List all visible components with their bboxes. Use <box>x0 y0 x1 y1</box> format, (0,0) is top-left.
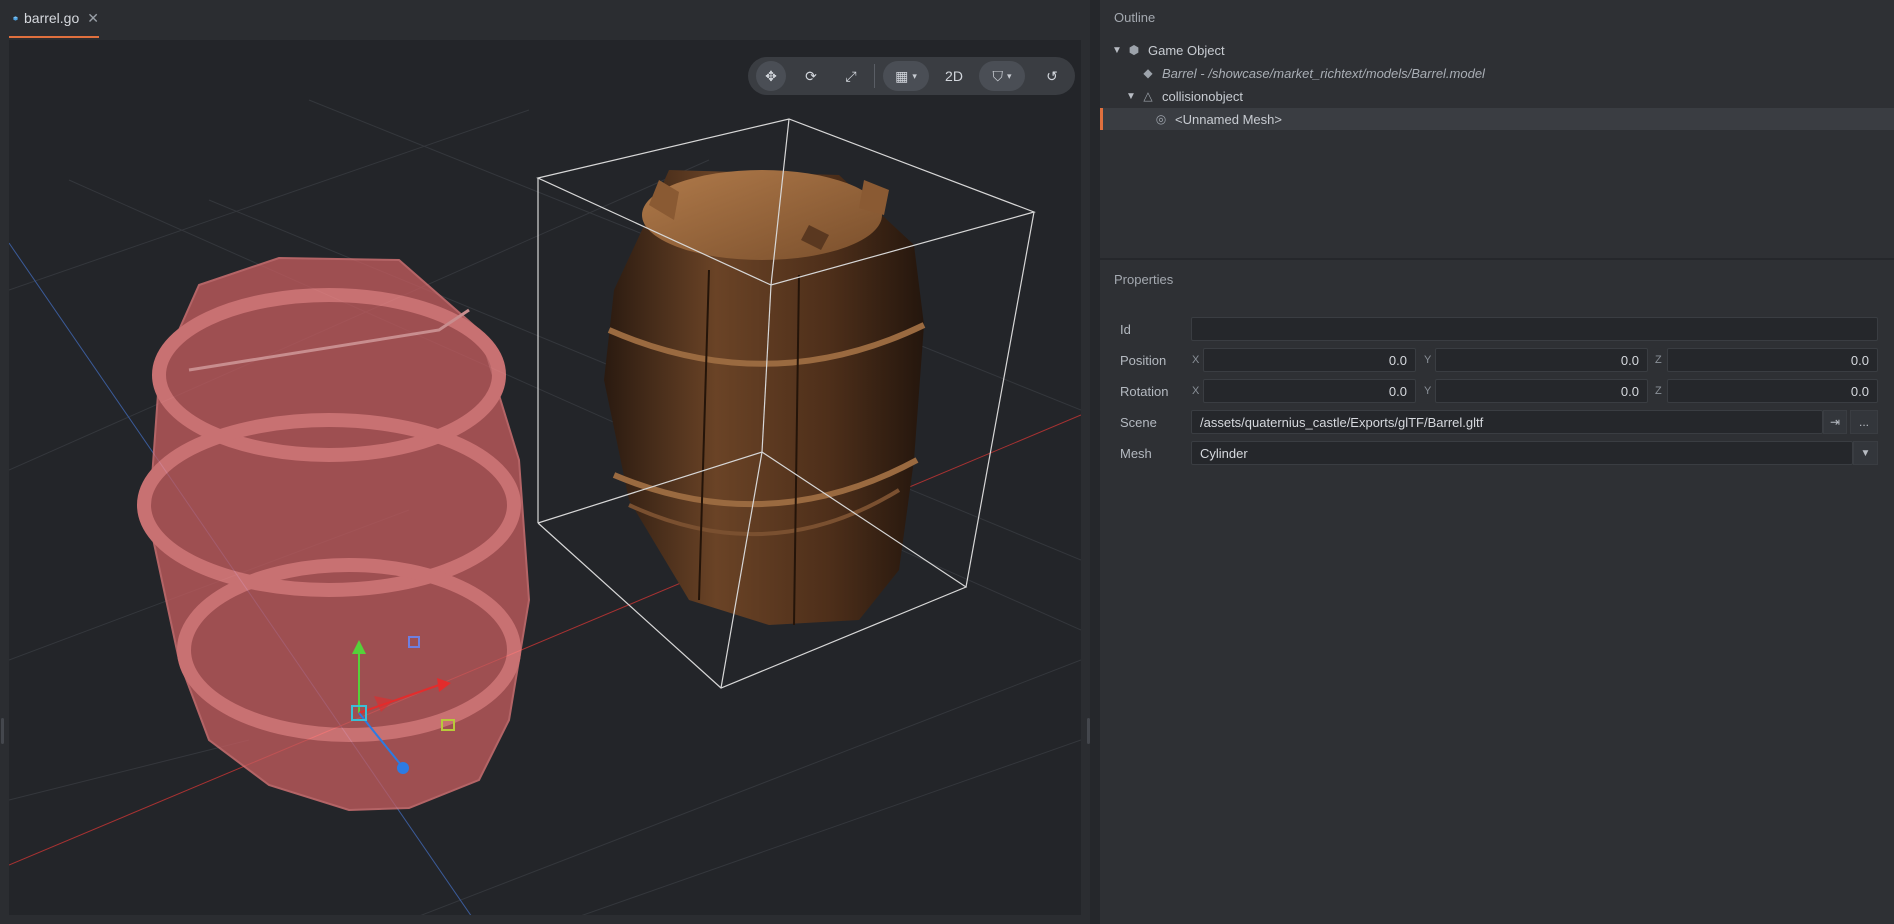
camera-settings-button[interactable]: ⛉ ▾ <box>979 61 1025 91</box>
rotate-tool-button[interactable]: ⟳ <box>796 61 826 91</box>
reset-view-button[interactable]: ↺ <box>1037 61 1067 91</box>
outline-item-label: collisionobject <box>1162 88 1243 104</box>
mesh-icon: ◎ <box>1155 112 1167 126</box>
mesh-label: Mesh <box>1120 446 1152 461</box>
rotation-x-axis-label: X <box>1192 385 1200 397</box>
position-z-field[interactable]: 0.0 <box>1667 348 1878 372</box>
rotation-x-field[interactable]: 0.0 <box>1203 379 1416 403</box>
outline-item-barrel-model[interactable]: ◆ Barrel - /showcase/market_richtext/mod… <box>1100 62 1894 84</box>
position-x-field[interactable]: 0.0 <box>1203 348 1416 372</box>
2d-mode-button[interactable]: 2D <box>939 61 969 91</box>
scene-label: Scene <box>1120 415 1157 430</box>
tab-bar: barrel.go ✕ <box>0 0 1090 38</box>
chevron-down-icon: ▾ <box>1006 70 1012 81</box>
scene-toolbar: ✥ ⟳ ⤢ ▦ ▾ 2D ⛉ ▾ ↺ <box>748 57 1075 95</box>
collision-shape <box>137 256 531 812</box>
side-panel: Outline ▼ ⬢ Game Object ◆ Barrel - /show… <box>1100 0 1894 924</box>
rotation-z-field[interactable]: 0.0 <box>1667 379 1878 403</box>
rotation-y-axis-label: Y <box>1424 385 1432 397</box>
expand-triangle-icon[interactable]: ▼ <box>1126 91 1140 102</box>
open-resource-button[interactable]: ⇥ <box>1823 410 1847 434</box>
grid-icon: ▦ <box>895 67 909 84</box>
editor-window: barrel.go ✕ ✥ ⟳ ⤢ ▦ ▾ 2D ⛉ ▾ ↺ Outline ▼… <box>0 0 1894 924</box>
toolbar-divider <box>874 64 875 88</box>
rotation-y-field[interactable]: 0.0 <box>1435 379 1648 403</box>
outline-item-collisionobject[interactable]: ▼ △ collisionobject <box>1100 85 1894 107</box>
chevron-down-icon: ▾ <box>912 70 917 81</box>
left-resize-handle[interactable] <box>1 718 4 744</box>
outline-panel: Outline ▼ ⬢ Game Object ◆ Barrel - /show… <box>1100 0 1894 258</box>
gameobject-icon <box>13 15 18 21</box>
more-icon: ... <box>1858 415 1869 429</box>
scene-editor: barrel.go ✕ ✥ ⟳ ⤢ ▦ ▾ 2D ⛉ ▾ ↺ <box>0 0 1090 924</box>
tab-barrel-go[interactable]: barrel.go ✕ <box>9 0 99 38</box>
rotation-z-axis-label: Z <box>1655 385 1662 397</box>
id-field[interactable] <box>1191 317 1878 341</box>
outline-title: Outline <box>1114 10 1156 25</box>
id-label: Id <box>1120 322 1131 337</box>
outline-item-label: <Unnamed Mesh> <box>1175 111 1282 127</box>
cube-icon: ⬢ <box>1128 43 1140 57</box>
position-z-axis-label: Z <box>1655 354 1662 366</box>
outline-item-game-object[interactable]: ▼ ⬢ Game Object <box>1100 39 1894 61</box>
outline-item-unnamed-mesh[interactable]: ◎ <Unnamed Mesh> <box>1100 108 1894 130</box>
scale-tool-button[interactable]: ⤢ <box>836 61 866 91</box>
position-x-axis-label: X <box>1192 354 1200 366</box>
grid-settings-button[interactable]: ▦ ▾ <box>883 61 929 91</box>
close-icon[interactable]: ✕ <box>87 10 99 27</box>
expand-triangle-icon[interactable]: ▼ <box>1112 45 1126 56</box>
open-icon: ⇥ <box>1829 415 1841 429</box>
camera-icon: ⛉ <box>992 67 1003 84</box>
rotation-label: Rotation <box>1120 384 1169 399</box>
rotate-icon: ⟳ <box>805 67 817 84</box>
browse-resource-button[interactable]: ... <box>1850 410 1878 434</box>
outline-item-label: Game Object <box>1148 42 1225 58</box>
position-y-axis-label: Y <box>1424 354 1432 366</box>
position-label: Position <box>1120 353 1167 368</box>
properties-title: Properties <box>1114 272 1174 287</box>
chevron-down-icon: ▼ <box>1860 447 1871 459</box>
model-icon: ◆ <box>1143 66 1153 80</box>
center-resize-handle[interactable] <box>1087 718 1090 744</box>
properties-panel: Properties Id Position X 0.0 Y 0.0 Z 0.0… <box>1100 260 1894 924</box>
scene-render <box>9 99 1081 915</box>
mesh-dropdown-button[interactable]: ▼ <box>1853 441 1878 465</box>
scene-path-field[interactable]: /assets/quaternius_castle/Exports/glTF/B… <box>1191 410 1823 434</box>
scale-icon: ⤢ <box>845 67 857 84</box>
mesh-select[interactable]: Cylinder <box>1191 441 1853 465</box>
tab-label: barrel.go <box>24 10 80 26</box>
move-icon: ✥ <box>765 67 777 84</box>
position-y-field[interactable]: 0.0 <box>1435 348 1648 372</box>
reset-view-icon: ↺ <box>1046 67 1058 84</box>
barrel-model <box>604 170 926 626</box>
outline-item-label: Barrel - /showcase/market_richtext/model… <box>1162 65 1485 81</box>
2d-mode-label: 2D <box>945 68 963 84</box>
scene-viewport[interactable]: ✥ ⟳ ⤢ ▦ ▾ 2D ⛉ ▾ ↺ <box>9 40 1081 915</box>
collision-icon: △ <box>1143 89 1153 103</box>
move-tool-button[interactable]: ✥ <box>756 61 786 91</box>
